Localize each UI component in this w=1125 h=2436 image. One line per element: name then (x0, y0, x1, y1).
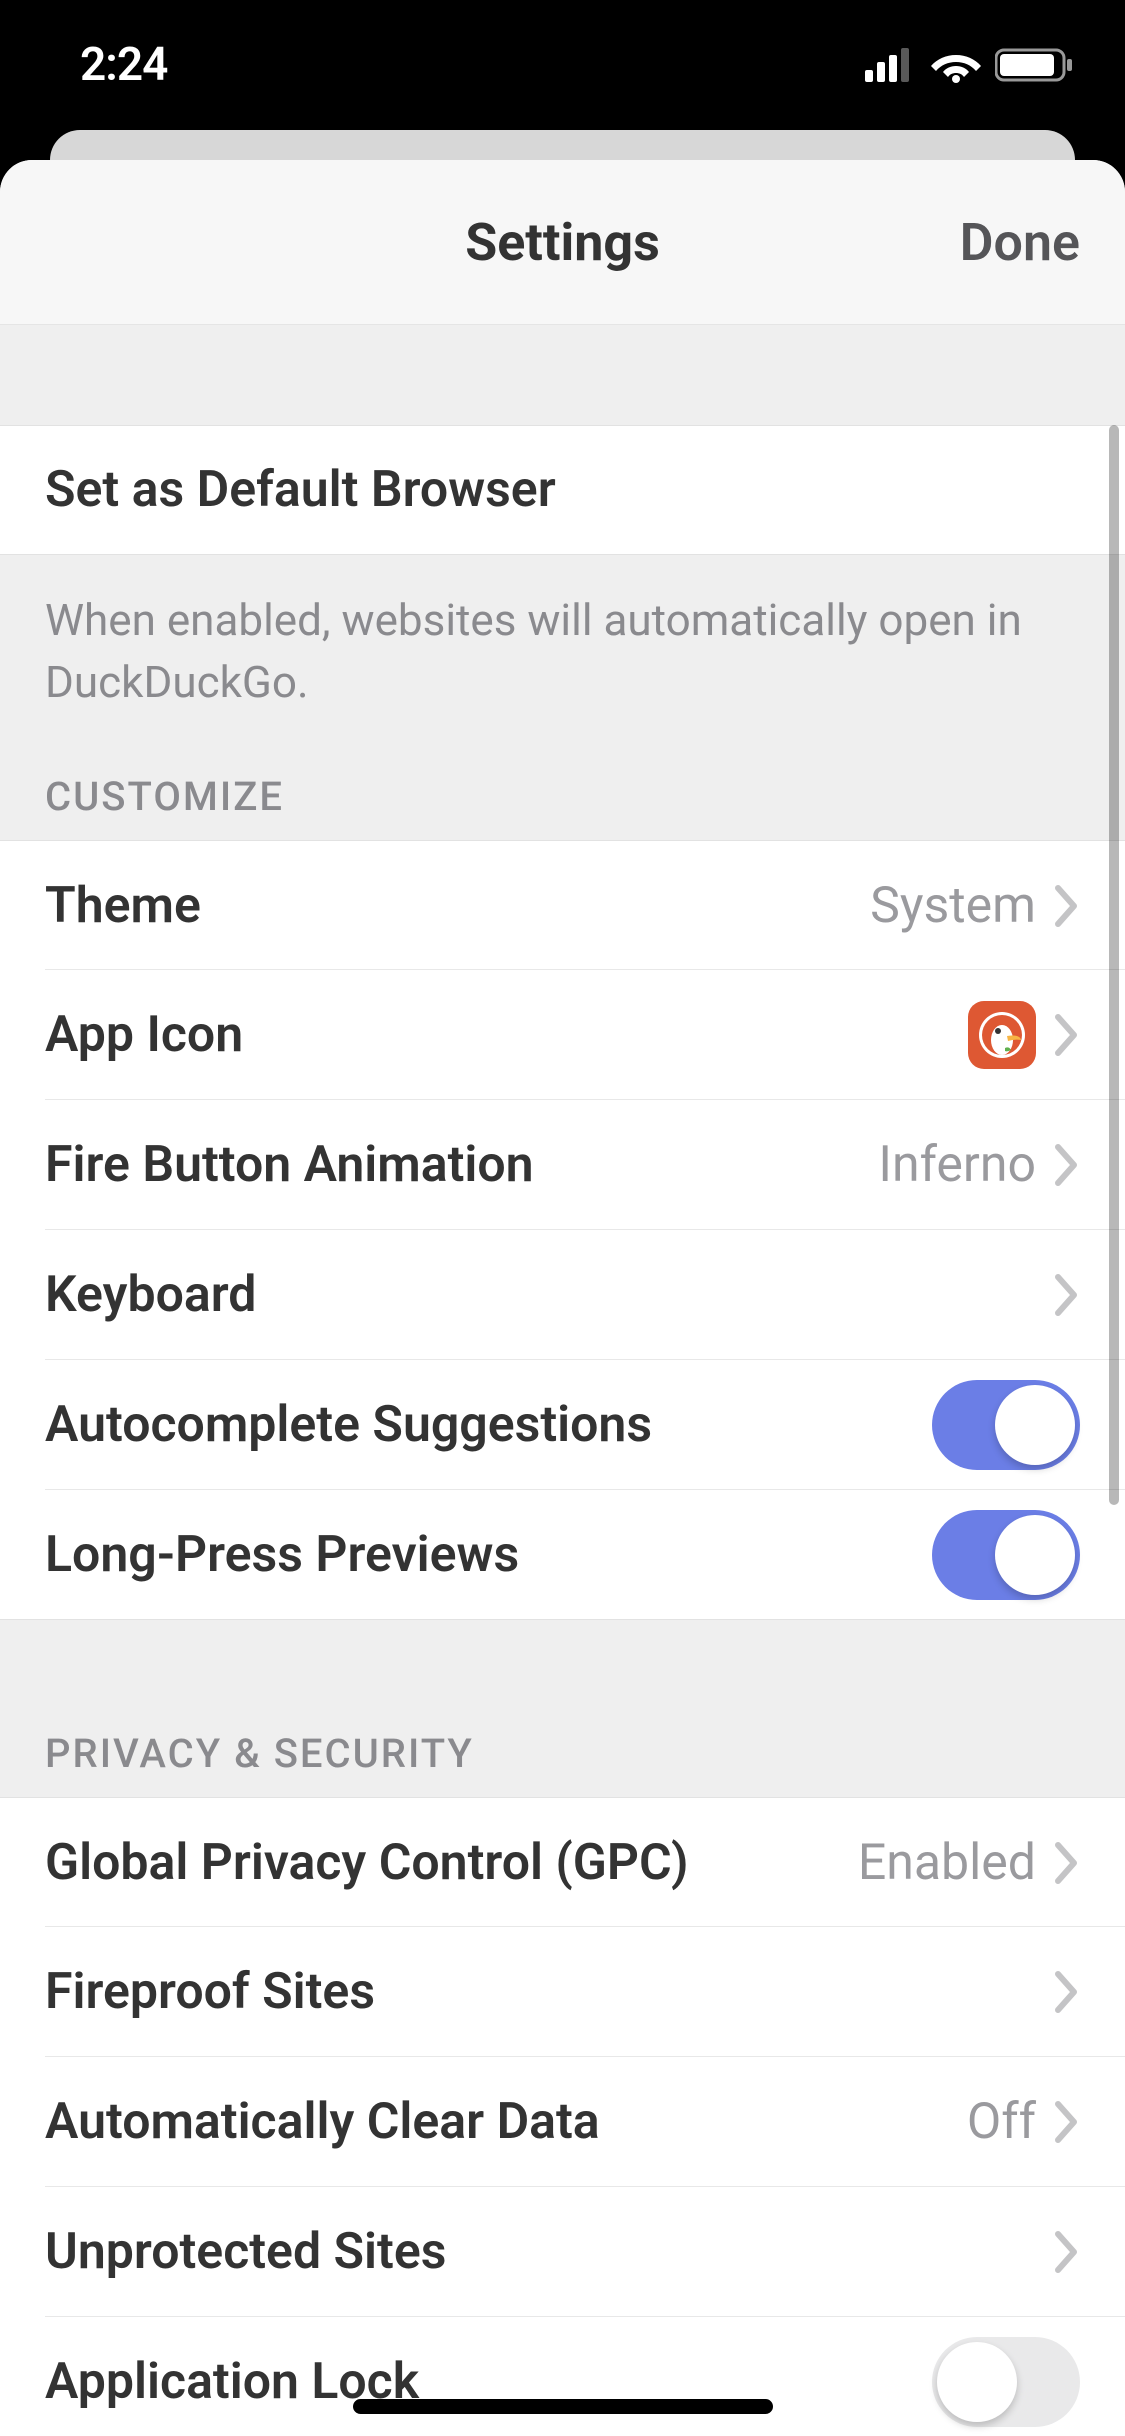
gpc-label: Global Privacy Control (GPC) (45, 1834, 858, 1892)
chevron-right-icon (1054, 1143, 1080, 1187)
status-icons (865, 47, 1075, 83)
app-icon-row[interactable]: App Icon (0, 970, 1125, 1100)
app-icon-label: App Icon (45, 1006, 968, 1064)
chevron-right-icon (1054, 884, 1080, 928)
fire-animation-label: Fire Button Animation (45, 1136, 878, 1194)
autoclear-row[interactable]: Automatically Clear Data Off (0, 2057, 1125, 2187)
fireproof-row[interactable]: Fireproof Sites (0, 1927, 1125, 2057)
fireproof-label: Fireproof Sites (45, 1963, 1054, 2021)
chevron-right-icon (1054, 2230, 1080, 2274)
autocomplete-toggle[interactable] (932, 1380, 1080, 1470)
keyboard-label: Keyboard (45, 1266, 1054, 1324)
spacer (0, 325, 1125, 425)
keyboard-row[interactable]: Keyboard (0, 1230, 1125, 1360)
theme-value: System (870, 877, 1036, 935)
home-indicator[interactable] (353, 2399, 773, 2414)
theme-label: Theme (45, 877, 870, 935)
autoclear-value: Off (967, 2093, 1036, 2151)
gpc-row[interactable]: Global Privacy Control (GPC) Enabled (0, 1797, 1125, 1927)
status-time: 2:24 (80, 38, 167, 92)
settings-sheet: Settings Done Set as Default Browser Whe… (0, 160, 1125, 2436)
chevron-right-icon (1054, 1970, 1080, 2014)
autocomplete-label: Autocomplete Suggestions (45, 1396, 932, 1454)
autoclear-label: Automatically Clear Data (45, 2093, 967, 2151)
chevron-right-icon (1054, 1841, 1080, 1885)
theme-row[interactable]: Theme System (0, 840, 1125, 970)
applock-toggle[interactable] (932, 2337, 1080, 2427)
nav-bar: Settings Done (0, 160, 1125, 325)
customize-header: Customize (0, 743, 1125, 840)
chevron-right-icon (1054, 2100, 1080, 2144)
scroll-indicator (1109, 425, 1119, 1505)
fire-animation-row[interactable]: Fire Button Animation Inferno (0, 1100, 1125, 1230)
unprotected-label: Unprotected Sites (45, 2223, 1054, 2281)
privacy-header: Privacy & Security (0, 1620, 1125, 1797)
set-default-label: Set as Default Browser (45, 461, 1080, 519)
longpress-label: Long-Press Previews (45, 1526, 932, 1584)
status-bar: 2:24 (0, 0, 1125, 130)
settings-list[interactable]: Set as Default Browser When enabled, web… (0, 325, 1125, 2436)
applock-row: Application Lock (0, 2317, 1125, 2436)
wifi-icon (931, 47, 981, 83)
done-button[interactable]: Done (960, 212, 1080, 273)
longpress-toggle[interactable] (932, 1510, 1080, 1600)
autocomplete-row: Autocomplete Suggestions (0, 1360, 1125, 1490)
unprotected-row[interactable]: Unprotected Sites (0, 2187, 1125, 2317)
default-footer-text: When enabled, websites will automaticall… (0, 555, 1125, 743)
chevron-right-icon (1054, 1273, 1080, 1317)
page-title: Settings (465, 212, 660, 273)
set-default-browser-row[interactable]: Set as Default Browser (0, 425, 1125, 555)
longpress-row: Long-Press Previews (0, 1490, 1125, 1620)
fire-animation-value: Inferno (878, 1136, 1036, 1194)
cellular-icon (865, 48, 917, 82)
gpc-value: Enabled (858, 1834, 1036, 1892)
battery-icon (995, 47, 1075, 83)
chevron-right-icon (1054, 1013, 1080, 1057)
app-icon-thumb (968, 1001, 1036, 1069)
